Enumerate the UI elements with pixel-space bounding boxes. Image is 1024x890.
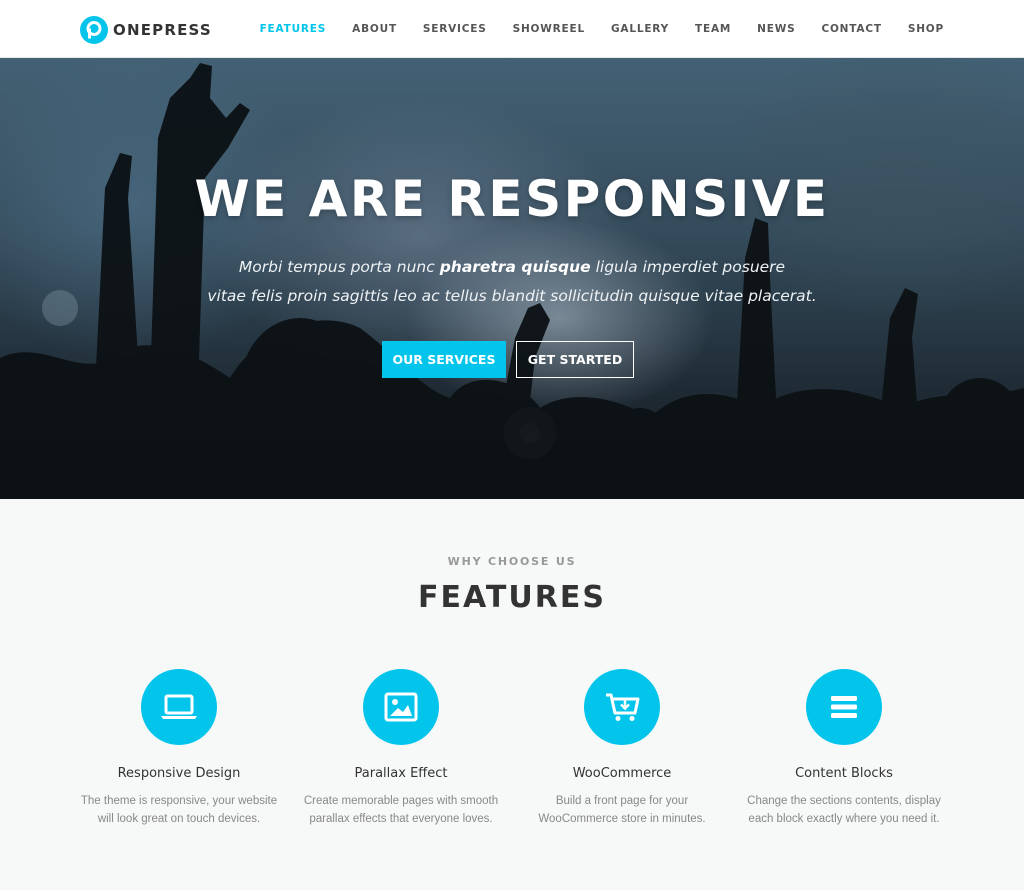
feature-title: Parallax Effect — [354, 766, 448, 781]
hero-subtitle-text: ligula imperdiet posuere — [590, 258, 786, 276]
site-header: ONEPRESS FEATURES ABOUT SERVICES SHOWREE… — [0, 0, 1024, 58]
feature-description-line: The theme is responsive, your website — [80, 795, 278, 807]
feature-description-line: Create memorable pages with smooth — [303, 795, 499, 807]
main-navigation: FEATURES ABOUT SERVICES SHOWREEL GALLERY… — [234, 0, 944, 58]
hero-subtitle-bold: pharetra quisque — [439, 258, 591, 276]
feature-description-line: Build a front page for your — [555, 795, 689, 807]
feature-title: Content Blocks — [795, 766, 893, 781]
hero-subtitle-line-1: Morbi tempus porta nunc pharetra quisque… — [0, 253, 1024, 282]
feature-description-line: WooCommerce store in minutes. — [538, 813, 706, 825]
nav-item-services[interactable]: SERVICES — [423, 23, 487, 35]
feature-description-line: parallax effects that everyone loves. — [309, 813, 493, 825]
cart-download-icon — [584, 669, 660, 745]
nav-item-gallery[interactable]: GALLERY — [611, 23, 669, 35]
nav-item-contact[interactable]: CONTACT — [821, 23, 881, 35]
get-started-button[interactable]: GET STARTED — [516, 341, 634, 378]
hero-subtitle: Morbi tempus porta nunc pharetra quisque… — [0, 253, 1024, 311]
nav-item-showreel[interactable]: SHOWREEL — [513, 23, 585, 35]
feature-description: Create memorable pages with smooth paral… — [290, 792, 512, 828]
feature-description-line: each block exactly where you need it. — [748, 813, 940, 825]
hero-subtitle-text: Morbi tempus porta nunc — [238, 258, 440, 276]
feature-item: Content Blocks Change the sections conte… — [733, 669, 955, 828]
our-services-button[interactable]: OUR SERVICES — [382, 341, 506, 378]
feature-description-line: will look great on touch devices. — [97, 813, 261, 825]
feature-description: Change the sections contents, display ea… — [733, 792, 955, 828]
nav-item-team[interactable]: TEAM — [695, 23, 731, 35]
nav-item-features[interactable]: FEATURES — [260, 23, 327, 35]
section-title: FEATURES — [418, 580, 606, 615]
hero-title: WE ARE RESPONSIVE — [194, 170, 830, 228]
feature-title: Responsive Design — [117, 766, 241, 781]
site-logo[interactable]: ONEPRESS — [80, 15, 212, 44]
feature-item: WooCommerce Build a front page for your … — [511, 669, 733, 828]
feature-title: WooCommerce — [572, 766, 672, 781]
nav-item-news[interactable]: NEWS — [757, 23, 795, 35]
site-title: ONEPRESS — [113, 20, 212, 39]
feature-item: Parallax Effect Create memorable pages w… — [290, 669, 512, 828]
feature-description: Build a front page for your WooCommerce … — [511, 792, 733, 828]
feature-description: The theme is responsive, your website wi… — [68, 792, 290, 828]
hero-subtitle-line-2: vitae felis proin sagittis leo ac tellus… — [207, 287, 817, 305]
nav-item-shop[interactable]: SHOP — [908, 23, 944, 35]
nav-item-about[interactable]: ABOUT — [352, 23, 397, 35]
features-section: WHY CHOOSE US FEATURES Responsive Design… — [0, 499, 1024, 890]
image-icon — [363, 669, 439, 745]
onepress-logo-icon — [80, 15, 108, 44]
feature-description-line: Change the sections contents, display — [747, 795, 941, 807]
hero-section: WE ARE RESPONSIVE Morbi tempus porta nun… — [0, 58, 1024, 499]
feature-item: Responsive Design The theme is responsiv… — [68, 669, 290, 828]
section-subtitle: WHY CHOOSE US — [447, 555, 577, 568]
laptop-icon — [141, 669, 217, 745]
bars-icon — [806, 669, 882, 745]
